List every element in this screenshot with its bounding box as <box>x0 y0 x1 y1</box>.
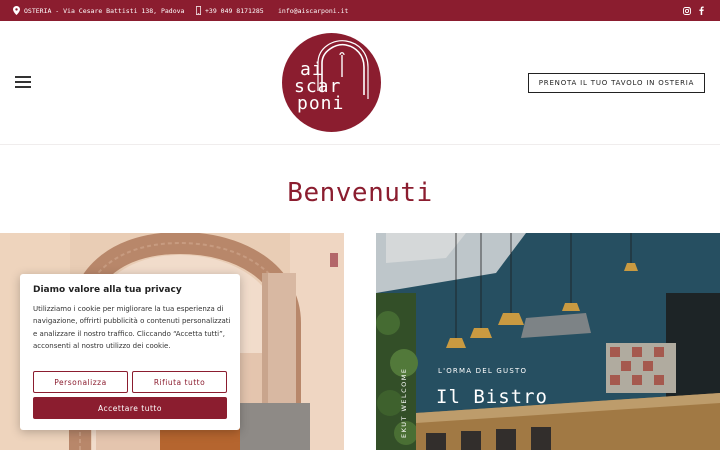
email-text: info@aiscarponi.it <box>278 6 349 15</box>
cookie-description: Utilizziamo i cookie per migliorare la t… <box>33 305 231 350</box>
email-link[interactable]: info@aiscarponi.it <box>278 0 348 21</box>
facebook-icon <box>699 6 704 15</box>
bistro-vertical-label: EKUT WELCOME <box>400 367 408 438</box>
cookie-title: Diamo valore alla tua privacy <box>33 285 182 295</box>
cookie-consent-dialog: Diamo valore alla tua privacy Utilizziam… <box>20 274 240 430</box>
address-info: OSTERIA - Via Cesare Battisti 138, Padov… <box>13 0 184 21</box>
accept-all-button[interactable]: Accettare tutto <box>33 397 227 419</box>
bistro-title[interactable]: Il Bistro <box>436 386 548 408</box>
customize-button[interactable]: Personalizza <box>33 371 128 393</box>
site-logo[interactable]: ai scar poni <box>282 33 381 132</box>
welcome-heading: Benvenuti <box>287 178 433 208</box>
book-table-button[interactable]: PRENOTA IL TUO TAVOLO IN OSTERIA <box>528 73 705 93</box>
bistro-subtitle: L'ORMA DEL GUSTO <box>438 367 528 375</box>
phone-text: +39 049 8171285 <box>205 6 264 15</box>
phone-icon <box>196 6 201 15</box>
site-header: ai scar poni PRENOTA IL TUO TAVOLO IN OS… <box>0 21 720 145</box>
address-text: OSTERIA - Via Cesare Battisti 138, Padov… <box>24 6 185 15</box>
bistro-photo[interactable] <box>376 233 720 450</box>
menu-icon[interactable] <box>15 76 31 88</box>
instagram-icon <box>683 6 691 15</box>
phone-info[interactable]: +39 049 8171285 <box>196 0 264 21</box>
reject-all-button[interactable]: Rifiuta tutto <box>132 371 227 393</box>
logo-text-line: poni <box>297 93 345 114</box>
top-info-bar: OSTERIA - Via Cesare Battisti 138, Padov… <box>0 0 720 21</box>
facebook-link[interactable] <box>699 0 704 21</box>
map-pin-icon <box>13 6 20 15</box>
instagram-link[interactable] <box>683 0 691 21</box>
